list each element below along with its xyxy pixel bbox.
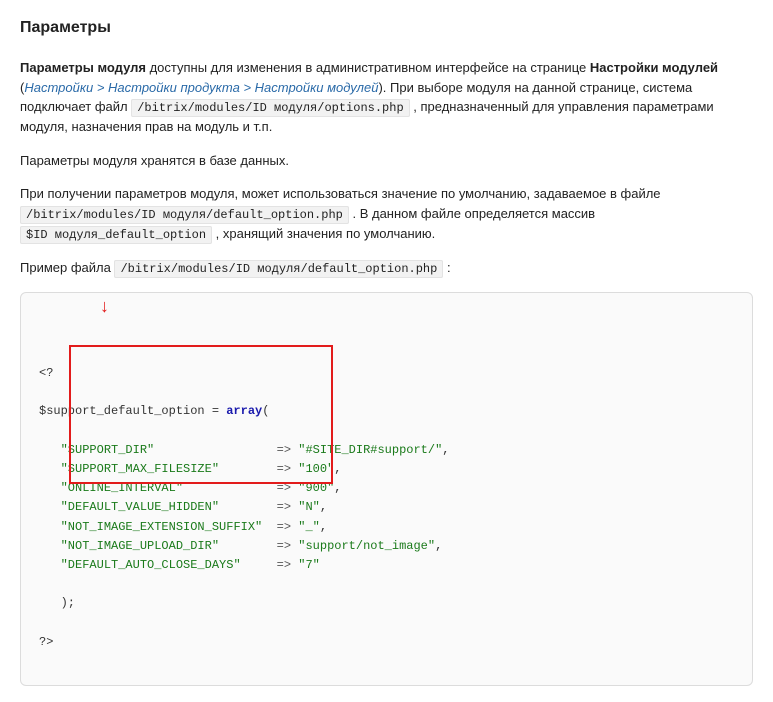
para1-strong1: Параметры модуля xyxy=(20,60,146,75)
breadcrumb-link[interactable]: Настройки > Настройки продукта > Настрой… xyxy=(24,80,378,95)
code-var-assign: $support_default_option = xyxy=(39,404,226,418)
para-3: При получении параметров модуля, может и… xyxy=(20,184,753,244)
para3-text2: . В данном файле определяется массив xyxy=(349,206,595,221)
para-1: Параметры модуля доступны для изменения … xyxy=(20,58,753,137)
para1-strong2: Настройки модулей xyxy=(590,60,718,75)
para3-text1: При получении параметров модуля, может и… xyxy=(20,186,661,201)
para4-text1: Пример файла xyxy=(20,260,114,275)
para1-text2: доступны для изменения в административно… xyxy=(146,60,590,75)
code-val-3: "N" xyxy=(298,500,320,514)
code-val-6: "7" xyxy=(298,558,320,572)
red-arrow-annotation: ↓ xyxy=(99,299,110,317)
code-close-tag: ?> xyxy=(39,635,53,649)
inline-code-example-path: /bitrix/modules/ID модуля/default_option… xyxy=(114,260,443,278)
code-key-5: "NOT_IMAGE_UPLOAD_DIR" xyxy=(61,539,277,553)
code-comma-2: , xyxy=(334,481,341,495)
heading-parameters: Параметры xyxy=(20,16,753,40)
code-key-6: "DEFAULT_AUTO_CLOSE_DAYS" xyxy=(61,558,277,572)
code-block: ↓ <? $support_default_option = array( "S… xyxy=(20,292,753,687)
code-val-0: "#SITE_DIR#support/" xyxy=(298,443,442,457)
para-2: Параметры модуля хранятся в базе данных. xyxy=(20,151,753,171)
inline-code-default-option-path: /bitrix/modules/ID модуля/default_option… xyxy=(20,206,349,224)
code-arrow-4: => xyxy=(277,520,291,534)
code-key-2: "ONLINE_INTERVAL" xyxy=(61,481,277,495)
code-arrow-1: => xyxy=(277,462,291,476)
code-comma-5: , xyxy=(435,539,442,553)
code-comma-4: , xyxy=(320,520,327,534)
code-comma-0: , xyxy=(442,443,449,457)
code-val-5: "support/not_image" xyxy=(298,539,435,553)
para4-text2: : xyxy=(443,260,450,275)
code-arrow-6: => xyxy=(277,558,291,572)
code-open-tag: <? xyxy=(39,366,53,380)
code-arrow-5: => xyxy=(277,539,291,553)
code-key-1: "SUPPORT_MAX_FILESIZE" xyxy=(61,462,277,476)
code-paren-open: ( xyxy=(262,404,269,418)
code-comma-1: , xyxy=(334,462,341,476)
inline-code-options-path: /bitrix/modules/ID модуля/options.php xyxy=(131,99,409,117)
code-comma-3: , xyxy=(320,500,327,514)
code-arrow-3: => xyxy=(277,500,291,514)
code-arrow-0: => xyxy=(277,443,291,457)
code-val-4: "_" xyxy=(298,520,320,534)
code-arrow-2: => xyxy=(277,481,291,495)
code-key-3: "DEFAULT_VALUE_HIDDEN" xyxy=(61,500,277,514)
code-val-1: "100" xyxy=(298,462,334,476)
code-close-paren: ); xyxy=(39,596,75,610)
code-keyword-array: array xyxy=(226,404,262,418)
para-4: Пример файла /bitrix/modules/ID модуля/d… xyxy=(20,258,753,278)
code-key-0: "SUPPORT_DIR" xyxy=(61,443,277,457)
para3-text3: , хранящий значения по умолчанию. xyxy=(212,226,435,241)
code-key-4: "NOT_IMAGE_EXTENSION_SUFFIX" xyxy=(61,520,277,534)
code-val-2: "900" xyxy=(298,481,334,495)
inline-code-array-var: $ID модуля_default_option xyxy=(20,226,212,244)
